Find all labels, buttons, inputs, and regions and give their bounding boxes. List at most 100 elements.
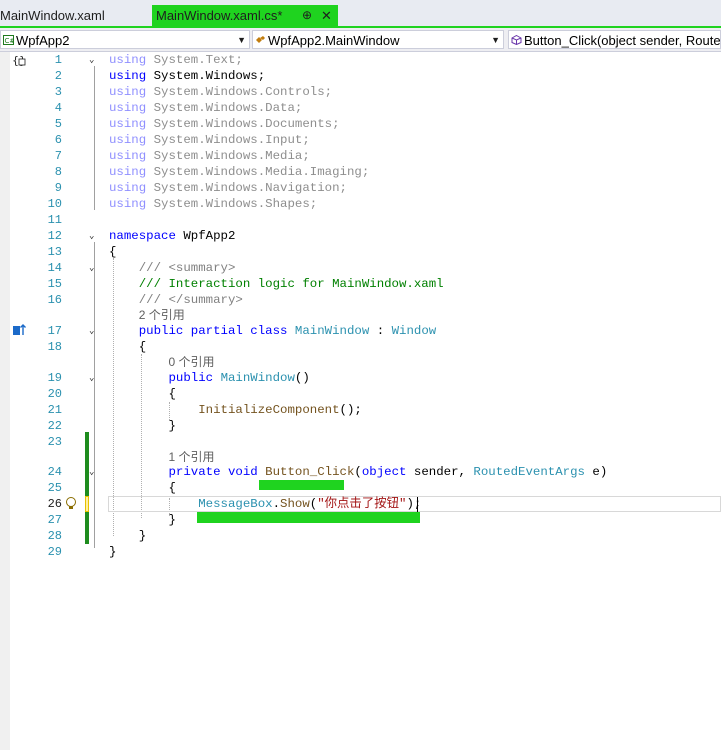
class-icon — [256, 36, 265, 43]
constructor-name: MainWindow — [220, 371, 295, 385]
line-number: 8 — [54, 165, 62, 179]
tab-mainwindow-xaml-cs[interactable]: MainWindow.xaml.cs* ⊕ ✕ — [152, 5, 338, 26]
code-line: 21 InitializeComponent(); — [0, 402, 721, 418]
line-number: 4 — [54, 101, 62, 115]
line-number: 20 — [47, 387, 62, 401]
string-literal: "你点击了按钮" — [317, 497, 407, 511]
tab-label: MainWindow.xaml.cs* — [156, 8, 283, 23]
keyword: using — [109, 197, 147, 211]
namespace-ref: System.Windows.Navigation; — [153, 181, 347, 195]
code-line: 22 } — [0, 418, 721, 434]
code-editor[interactable]: {} 1⌄using System.Text; 2using System.Wi… — [0, 52, 721, 750]
tab-mainwindow-xaml[interactable]: MainWindow.xaml — [0, 5, 148, 26]
line-number: 24 — [47, 465, 62, 479]
line-number: 25 — [47, 481, 62, 495]
code-line: 15 /// Interaction logic for MainWindow.… — [0, 276, 721, 292]
class-ref: MessageBox — [198, 497, 273, 511]
namespace-ref: System.Windows.Controls; — [153, 85, 333, 99]
project-name: WpfApp2 — [16, 33, 70, 48]
collapse-icon[interactable]: ⌄ — [89, 323, 99, 339]
pin-icon[interactable]: ⊕ — [302, 5, 312, 26]
namespace-ref: System.Windows; — [153, 69, 266, 83]
namespace-ref: System.Windows.Media.Imaging; — [153, 165, 370, 179]
namespace-ref: System.Windows.Documents; — [153, 117, 340, 131]
namespace-ref: System.Windows.Shapes; — [153, 197, 318, 211]
code-line: 29} — [0, 544, 721, 560]
codelens-references[interactable]: 0 个引用 — [169, 355, 215, 369]
code-line: 20 { — [0, 386, 721, 402]
navigation-bar: C# WpfApp2 ▼ WpfApp2.MainWindow ▼ Button… — [0, 28, 721, 52]
line-number: 5 — [54, 117, 62, 131]
code-line: 8 using System.Windows.Media.Imaging; — [0, 164, 721, 180]
line-number: 29 — [47, 545, 62, 559]
collapse-icon[interactable]: ⌄ — [89, 370, 99, 386]
line-number: 22 — [47, 419, 62, 433]
keyword: namespace — [109, 229, 176, 243]
keyword: using — [109, 101, 147, 115]
base-class: Window — [391, 324, 437, 338]
line-number: 26 — [47, 497, 62, 511]
code-line: 11 — [0, 212, 721, 228]
keyword: using — [109, 53, 147, 67]
class-dropdown[interactable]: WpfApp2.MainWindow ▼ — [252, 30, 504, 49]
close-icon[interactable]: ✕ — [321, 5, 332, 26]
keyword: using — [109, 117, 147, 131]
code-line: 1 ⌄ using System.Text; — [0, 52, 721, 68]
line-number: 27 — [47, 513, 62, 527]
keyword: using — [109, 69, 147, 83]
code-line: 23 — [0, 434, 721, 450]
code-line: 25 { — [0, 480, 721, 496]
namespace-name: WpfApp2 — [183, 229, 236, 243]
namespace-ref: System.Windows.Input; — [153, 133, 310, 147]
codelens-references[interactable]: 2 个引用 — [139, 308, 185, 322]
line-number: 12 — [47, 229, 62, 243]
code-line: 14 ⌄ /// <summary> — [0, 260, 721, 276]
code-line: 4 using System.Windows.Data; — [0, 100, 721, 116]
keyword: using — [109, 165, 147, 179]
line-number: 7 — [54, 149, 62, 163]
codelens-line: 0 个引用 — [0, 354, 721, 370]
line-number: 28 — [47, 529, 62, 543]
codelens-references[interactable]: 1 个引用 — [169, 450, 215, 464]
line-number: 14 — [47, 261, 62, 275]
member-dropdown[interactable]: Button_Click(object sender, RoutedEventA… — [508, 30, 721, 49]
code-line: 24 ⌄ private void Button_Click(object sen… — [0, 464, 721, 480]
line-number: 19 — [47, 371, 62, 385]
doc-comment: /// <summary> — [138, 261, 236, 275]
collapse-icon[interactable]: ⌄ — [89, 464, 99, 480]
code-line: 2 using System.Windows; — [0, 68, 721, 84]
code-line: 18 { — [0, 339, 721, 355]
code-line: 13{ — [0, 244, 721, 260]
keyword: using — [109, 181, 147, 195]
line-number: 17 — [47, 324, 62, 338]
line-number: 21 — [47, 403, 62, 417]
code-line: 16 /// </summary> — [0, 292, 721, 308]
line-number: 1 — [54, 53, 62, 67]
line-number: 23 — [47, 435, 62, 449]
code-line: 6 using System.Windows.Input; — [0, 132, 721, 148]
keyword: private void — [168, 465, 258, 479]
chevron-down-icon: ▼ — [491, 35, 500, 45]
project-dropdown[interactable]: C# WpfApp2 ▼ — [0, 30, 250, 49]
doc-comment: /// Interaction logic for MainWindow.xam… — [138, 277, 444, 291]
collapse-icon[interactable]: ⌄ — [89, 228, 99, 244]
code-line: 28 } — [0, 528, 721, 544]
code-line: 5 using System.Windows.Documents; — [0, 116, 721, 132]
keyword: using — [109, 149, 147, 163]
line-number: 10 — [47, 197, 62, 211]
method-call: Show — [280, 497, 310, 511]
collapse-icon[interactable]: ⌄ — [89, 260, 99, 276]
method-call: InitializeComponent — [198, 403, 340, 417]
line-number: 18 — [47, 340, 62, 354]
line-number: 2 — [54, 69, 62, 83]
line-number: 13 — [47, 245, 62, 259]
svg-text:C#: C# — [5, 37, 15, 45]
code-line-current: 26 MessageBox.Show("你点击了按钮"); — [0, 496, 721, 512]
collapse-icon[interactable]: ⌄ — [89, 52, 99, 68]
line-number: 16 — [47, 293, 62, 307]
class-name: WpfApp2.MainWindow — [268, 33, 400, 48]
codelens-line: 2 个引用 — [0, 307, 721, 323]
parameter: sender, — [413, 465, 466, 479]
code-line: 3 using System.Windows.Controls; — [0, 84, 721, 100]
tab-label: MainWindow.xaml — [0, 8, 105, 23]
